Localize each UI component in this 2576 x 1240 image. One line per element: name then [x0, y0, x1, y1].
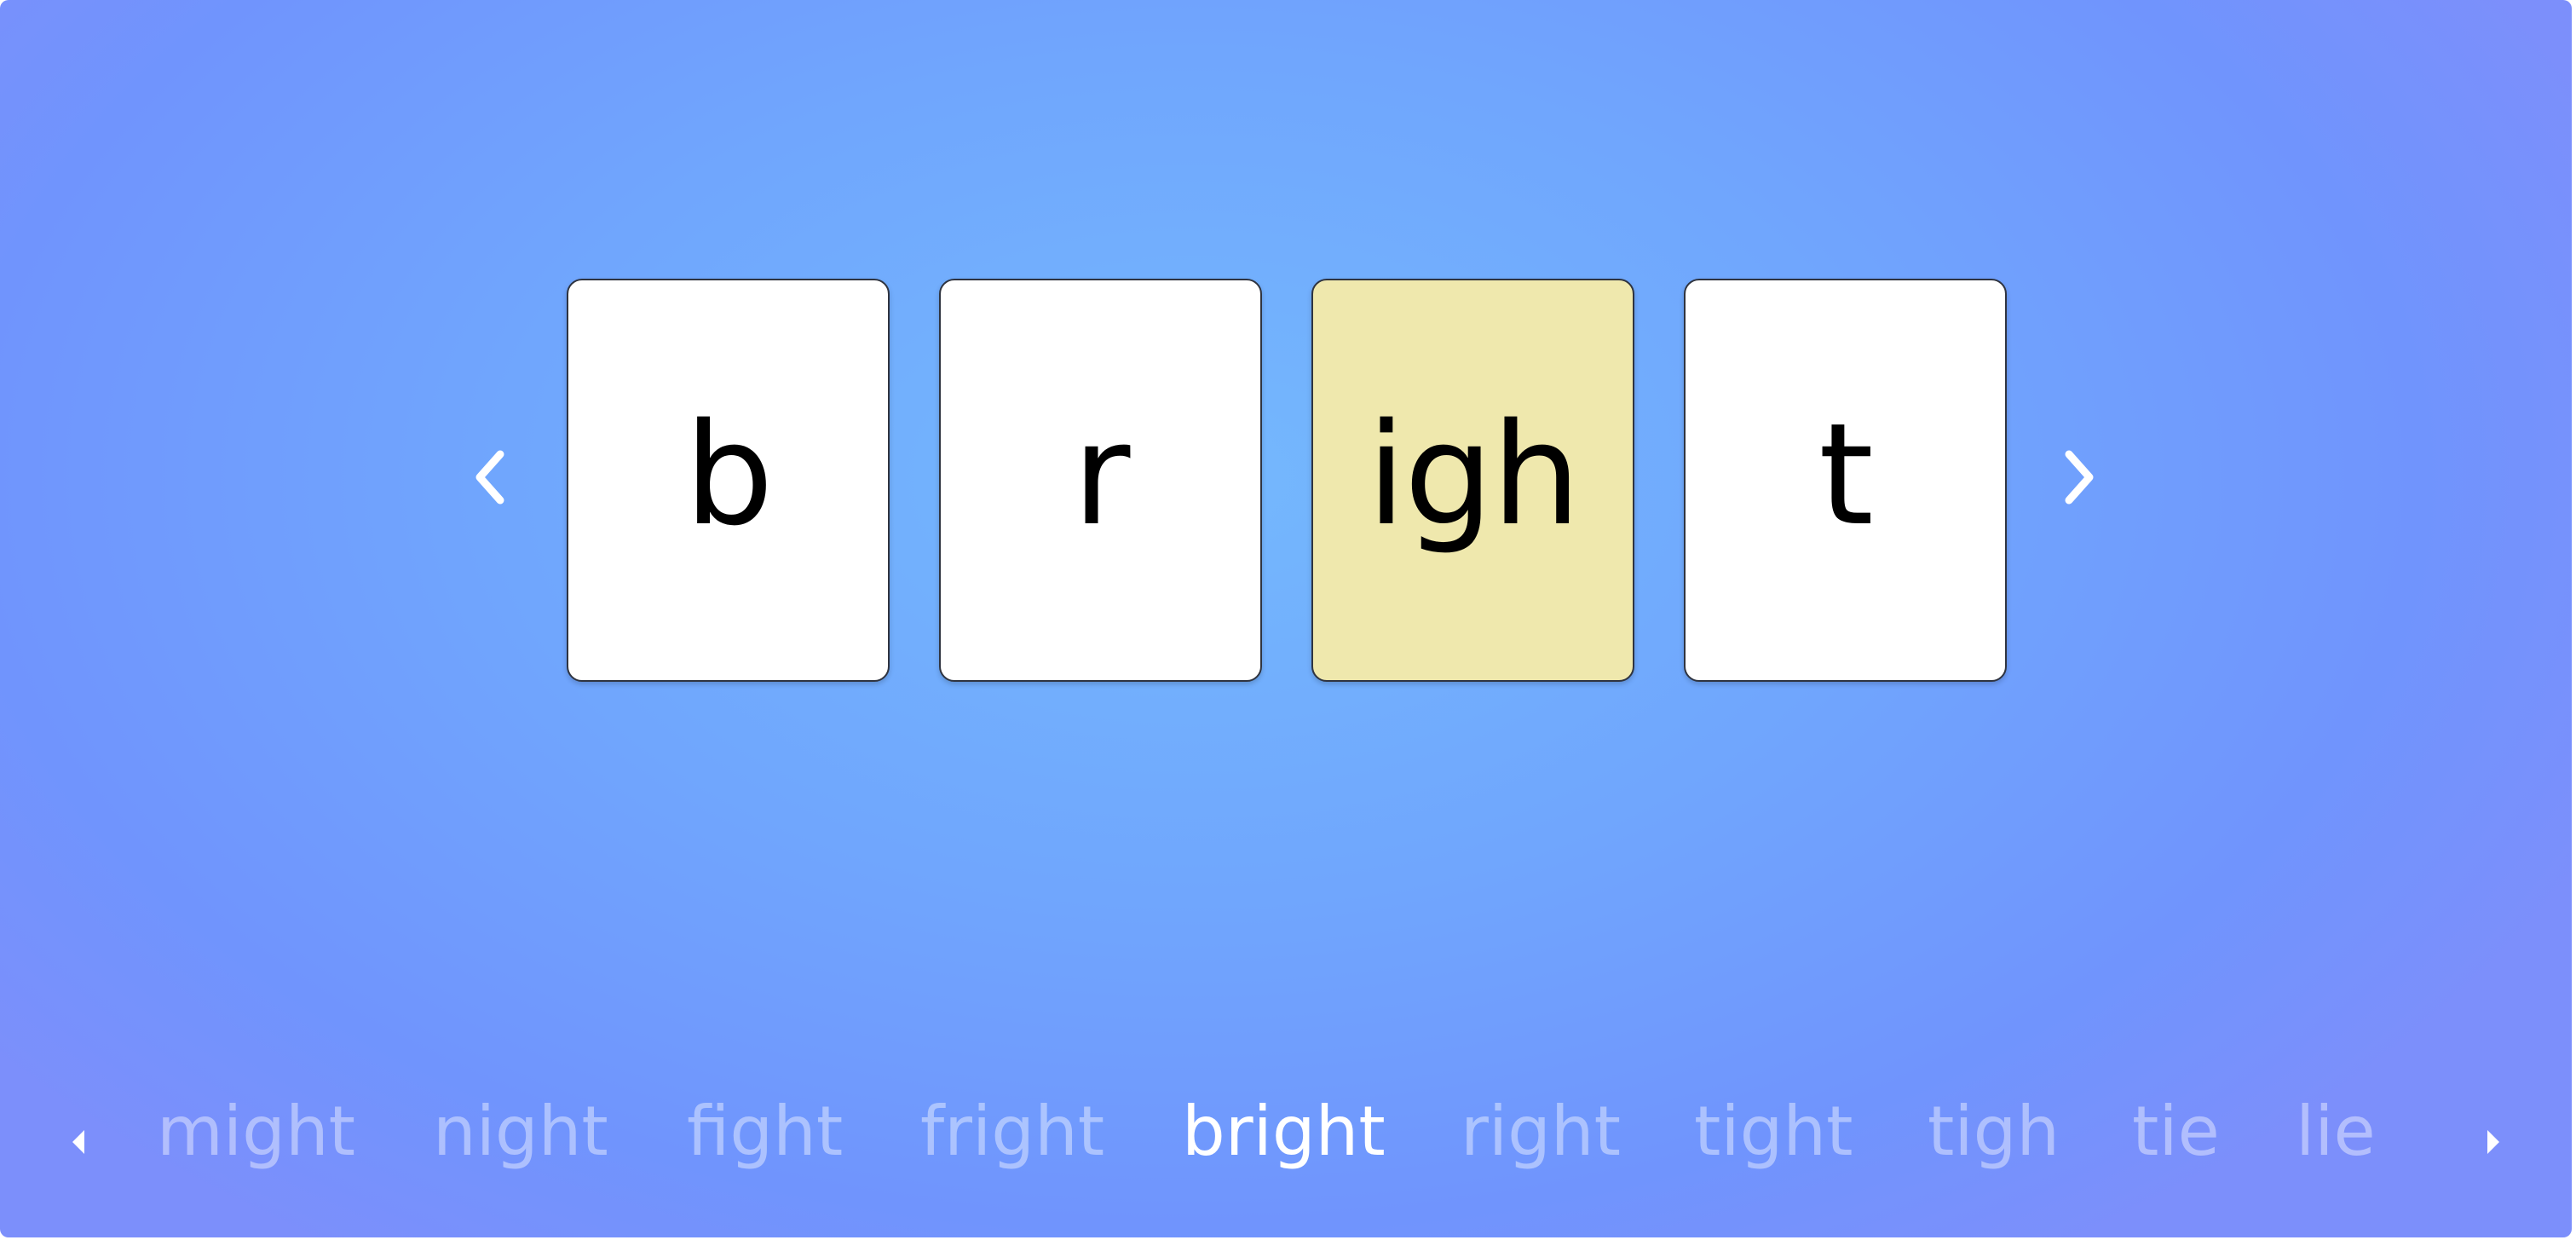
word-item-selected[interactable]: bright: [1182, 1098, 1386, 1166]
word-item[interactable]: night: [433, 1098, 608, 1166]
word-item[interactable]: lie: [2296, 1098, 2376, 1166]
letter-tile[interactable]: r: [939, 279, 1262, 682]
chevron-left-icon: [475, 450, 504, 505]
letter-tile[interactable]: t: [1684, 279, 2007, 682]
word-item[interactable]: right: [1461, 1098, 1621, 1166]
next-word-button[interactable]: [2049, 443, 2109, 511]
chevron-right-icon: [2065, 450, 2094, 505]
word-item[interactable]: tigh: [1928, 1098, 2060, 1166]
phonics-word-builder: b r igh t might night fight fright brigh…: [0, 0, 2572, 1237]
word-item[interactable]: fight: [687, 1098, 843, 1166]
letter-tile[interactable]: b: [567, 279, 890, 682]
tile-letters: igh: [1366, 393, 1581, 557]
word-item[interactable]: might: [157, 1098, 355, 1166]
word-list: might night fight fright bright right ti…: [0, 1091, 2572, 1193]
tile-letters: t: [1818, 393, 1874, 557]
triangle-right-icon: [2487, 1130, 2499, 1154]
letter-tile-highlighted[interactable]: igh: [1311, 279, 1634, 682]
word-list-scroll-left-button[interactable]: [61, 1116, 95, 1168]
letter-tiles: b r igh t: [567, 279, 2007, 682]
tile-letters: b: [684, 393, 774, 557]
word-item[interactable]: tie: [2132, 1098, 2220, 1166]
word-item[interactable]: fright: [920, 1098, 1104, 1166]
previous-word-button[interactable]: [460, 443, 520, 511]
tile-letters: r: [1072, 393, 1131, 557]
word-list-scroll-right-button[interactable]: [2476, 1116, 2510, 1168]
word-item[interactable]: tight: [1694, 1098, 1853, 1166]
triangle-left-icon: [72, 1130, 84, 1154]
